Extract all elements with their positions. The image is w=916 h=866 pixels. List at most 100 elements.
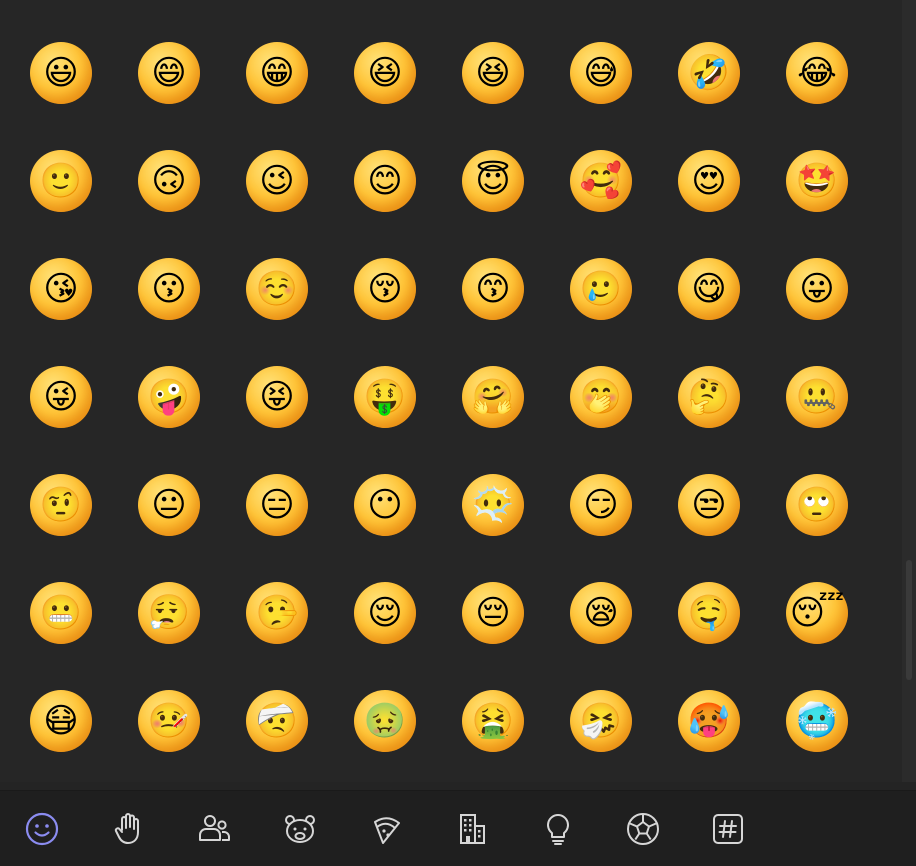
emoji-button[interactable]: 🤣 [659,23,759,123]
emoji-face-icon: 🤐 [786,366,848,428]
emoji-button[interactable]: 😍 [659,131,759,231]
people-icon [199,815,230,841]
category-gestures[interactable] [106,807,150,851]
emoji-button[interactable]: 🤔 [659,347,759,447]
emoji-face-icon: 😁 [246,42,308,104]
emoji-button[interactable]: 🥶 [767,671,867,771]
emoji-button[interactable]: 😐 [119,455,219,555]
emoji-glyph: 😜 [43,377,79,417]
emoji-button[interactable]: 🤩 [767,131,867,231]
emoji-button[interactable]: 😗 [119,239,219,339]
category-people[interactable] [192,807,236,851]
emoji-button[interactable]: 😛 [767,239,867,339]
emoji-button[interactable]: 😋 [659,239,759,339]
emoji-glyph: 🤮 [471,701,515,741]
emoji-button[interactable]: 😄 [119,23,219,123]
emoji-face-icon: 🤧 [570,690,632,752]
category-objects[interactable] [536,807,580,851]
emoji-glyph: 😊 [367,161,403,201]
emoji-button[interactable]: 🤭 [551,347,651,447]
emoji-button[interactable]: 😪 [551,563,651,663]
emoji-button[interactable]: 😅 [551,23,651,123]
emoji-face-icon: 😅 [570,42,632,104]
emoji-button[interactable]: 😷 [11,671,111,771]
emoji-face-icon: 🤩 [786,150,848,212]
emoji-button[interactable]: 🤨 [11,455,111,555]
emoji-button[interactable]: 😆 [443,23,543,123]
emoji-button[interactable]: 😁 [227,23,327,123]
emoji-button[interactable]: 🤪 [119,347,219,447]
emoji-face-icon: 🤢 [354,690,416,752]
emoji-button[interactable]: 😏 [551,455,651,555]
emoji-button[interactable]: 🙄 [767,455,867,555]
emoji-button[interactable]: 😝 [227,347,327,447]
emoji-face-icon: 🥲 [570,258,632,320]
emoji-button[interactable]: 🤗 [443,347,543,447]
emoji-button[interactable]: 😃 [11,23,111,123]
emoji-button[interactable]: 🥲 [551,239,651,339]
emoji-face-icon: 🤗 [462,366,524,428]
emoji-glyph: 🤥 [255,593,299,633]
emoji-button[interactable]: 😂 [767,23,867,123]
emoji-face-icon: 😑 [246,474,308,536]
emoji-button[interactable]: 😚 [335,239,435,339]
emoji-button[interactable]: 🤒 [119,671,219,771]
emoji-button[interactable]: 😆 [335,23,435,123]
emoji-face-icon: 🤨 [30,474,92,536]
emoji-glyph: 😮‍💨 [147,593,191,633]
emoji-button[interactable]: 🥵 [659,671,759,771]
emoji-glyph: 🤣 [687,53,731,93]
category-places[interactable] [450,807,494,851]
emoji-glyph: 🥵 [687,701,731,741]
category-symbols[interactable] [706,807,750,851]
emoji-button[interactable]: 😜 [11,347,111,447]
emoji-button[interactable]: 🤧 [551,671,651,771]
emoji-face-icon: 🤭 [570,366,632,428]
emoji-button[interactable]: 🤢 [335,671,435,771]
emoji-face-icon: 😴 [786,582,848,644]
soccer-ball-icon [627,813,659,845]
grid-divider [0,782,916,790]
emoji-button[interactable]: 🙂 [11,131,111,231]
emoji-face-icon: 🤪 [138,366,200,428]
emoji-glyph: 🥲 [579,269,623,309]
emoji-face-icon: 🤔 [678,366,740,428]
emoji-face-icon: 😪 [570,582,632,644]
emoji-button[interactable]: 😬 [11,563,111,663]
scrollbar-thumb[interactable] [906,560,912,680]
emoji-face-icon: 😛 [786,258,848,320]
emoji-face-icon: 😜 [30,366,92,428]
emoji-button[interactable]: 😘 [11,239,111,339]
category-smileys[interactable] [20,807,64,851]
emoji-button[interactable]: 😇 [443,131,543,231]
emoji-button[interactable]: 😙 [443,239,543,339]
emoji-button[interactable]: 🤐 [767,347,867,447]
emoji-button[interactable]: 🤥 [227,563,327,663]
emoji-glyph: 😆 [367,53,403,93]
emoji-button[interactable]: 😔 [443,563,543,663]
category-animals[interactable] [278,807,322,851]
emoji-button[interactable]: 😒 [659,455,759,555]
emoji-button[interactable]: 😑 [227,455,327,555]
emoji-face-icon: 😚 [354,258,416,320]
emoji-button[interactable]: 🤑 [335,347,435,447]
emoji-button[interactable]: 🤤 [659,563,759,663]
emoji-button[interactable]: 🤕 [227,671,327,771]
category-activities[interactable] [621,807,665,851]
emoji-button[interactable]: ☺️ [227,239,327,339]
emoji-glyph: 🤧 [579,701,623,741]
category-food[interactable] [364,807,408,851]
emoji-button[interactable]: 🥰 [551,131,651,231]
emoji-button[interactable]: 😶‍🌫️ [443,455,543,555]
emoji-button[interactable]: 😶 [335,455,435,555]
emoji-face-icon: 😮‍💨 [138,582,200,644]
emoji-face-icon: 😌 [354,582,416,644]
emoji-button[interactable]: 😮‍💨 [119,563,219,663]
emoji-button[interactable]: 🙃 [119,131,219,231]
emoji-button[interactable]: 😊 [335,131,435,231]
emoji-button[interactable]: 😉 [227,131,327,231]
animal-icon [285,815,315,843]
emoji-button[interactable]: 😌 [335,563,435,663]
emoji-button[interactable]: 🤮 [443,671,543,771]
emoji-button[interactable]: 😴 [767,563,867,663]
